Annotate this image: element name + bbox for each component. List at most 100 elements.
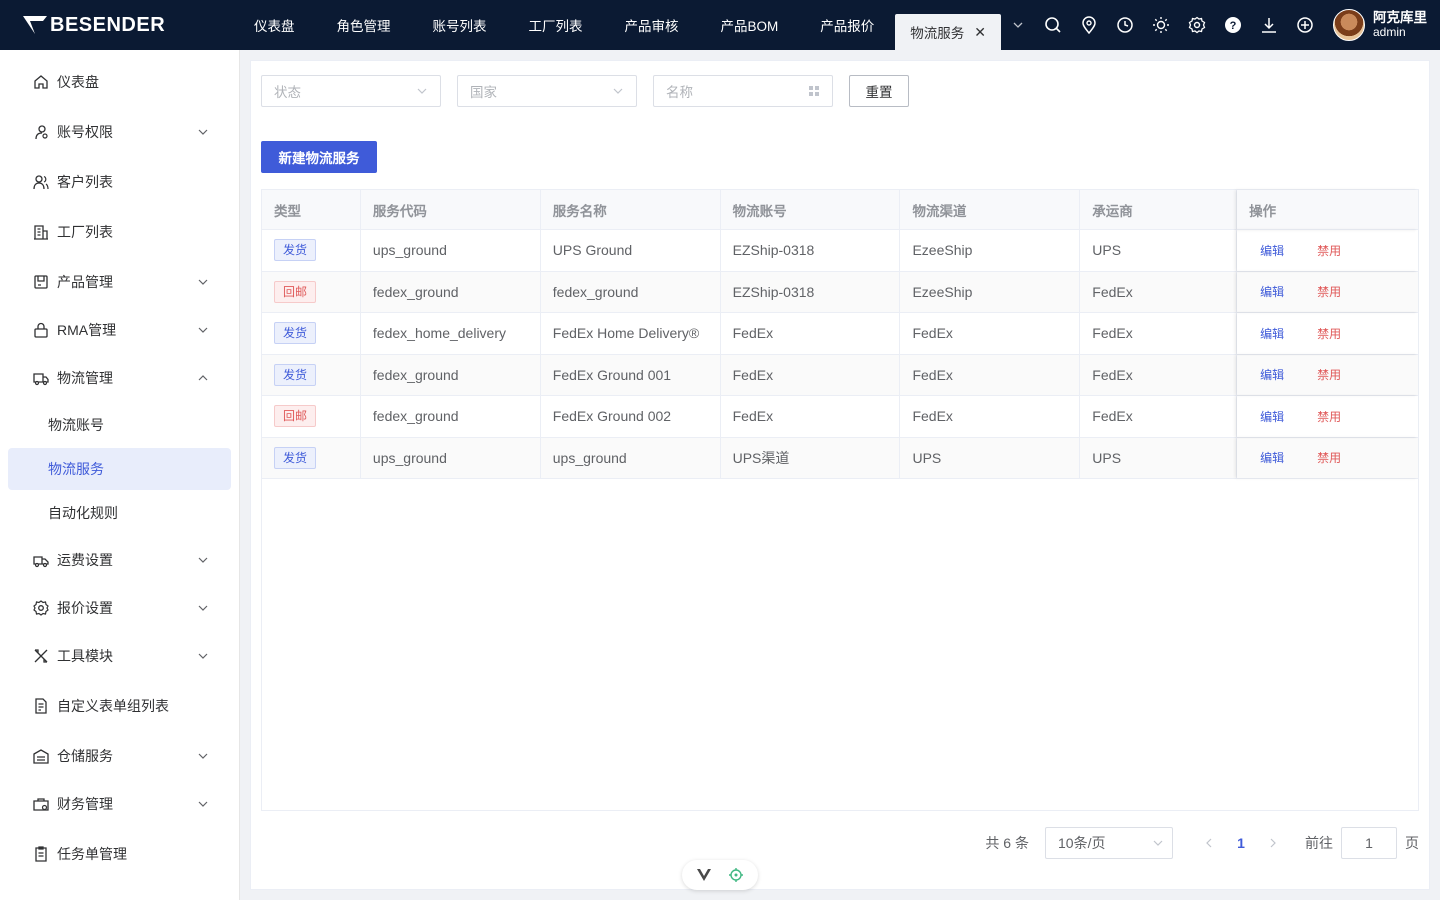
nav-item-product-review[interactable]: 产品审核: [604, 0, 700, 50]
cell-actions: 编辑 禁用: [1237, 355, 1418, 396]
disable-link[interactable]: 禁用: [1317, 325, 1341, 342]
sidebar-sub-automation-rules[interactable]: 自动化规则: [8, 492, 231, 534]
sidebar-item-tasks[interactable]: 任务单管理: [0, 830, 240, 878]
users-icon: [32, 173, 50, 191]
sidebar-item-label: 仓储服务: [57, 748, 113, 764]
status-select[interactable]: 状态: [261, 75, 441, 107]
chevron-down-icon: [417, 88, 427, 94]
create-logistics-service-button[interactable]: 新建物流服务: [261, 141, 377, 173]
sun-icon[interactable]: [1143, 0, 1179, 50]
home-icon: [32, 73, 50, 91]
sidebar-sub-logistics-accounts[interactable]: 物流账号: [8, 404, 231, 446]
reset-button[interactable]: 重置: [849, 75, 909, 107]
sidebar-sub-logistics-services[interactable]: 物流服务: [8, 448, 231, 490]
edit-link[interactable]: 编辑: [1260, 366, 1284, 383]
sidebar-item-dashboard[interactable]: 仪表盘: [0, 58, 240, 106]
header-service-name[interactable]: 服务名称: [541, 190, 721, 230]
type-tag: 发货: [274, 322, 317, 345]
chevron-down-icon[interactable]: [196, 797, 210, 811]
sidebar-item-products[interactable]: 产品管理: [0, 258, 240, 306]
vue-logo-icon[interactable]: [696, 869, 711, 881]
header-logistics-channel[interactable]: 物流渠道: [900, 190, 1081, 230]
close-icon[interactable]: ✕: [974, 24, 986, 41]
nav-item-dashboard[interactable]: 仪表盘: [240, 0, 316, 50]
avatar[interactable]: [1333, 9, 1365, 41]
table-row: 回邮 fedex_ground fedex_ground EZShip-0318 Eze…: [262, 271, 1418, 313]
chevron-down-icon[interactable]: [196, 323, 210, 337]
brand-logo[interactable]: BESENDER: [0, 0, 240, 50]
page-number[interactable]: 1: [1225, 827, 1257, 859]
nav-item-accounts[interactable]: 账号列表: [412, 0, 508, 50]
chevron-down-icon: [613, 88, 623, 94]
help-icon[interactable]: ?: [1215, 0, 1251, 50]
country-select[interactable]: 国家: [457, 75, 637, 107]
edit-link[interactable]: 编辑: [1260, 408, 1284, 425]
goto-page-input[interactable]: 1: [1341, 827, 1397, 859]
edit-link[interactable]: 编辑: [1260, 283, 1284, 300]
disable-link[interactable]: 禁用: [1317, 366, 1341, 383]
edit-link[interactable]: 编辑: [1260, 242, 1284, 259]
user-menu[interactable]: 阿克库里 admin: [1333, 9, 1427, 41]
header-type[interactable]: 类型: [262, 190, 361, 230]
sidebar-item-custom-forms[interactable]: 自定义表单组列表: [0, 682, 240, 730]
gear-icon[interactable]: [1179, 0, 1215, 50]
chevron-down-icon[interactable]: [196, 125, 210, 139]
nav-item-product-bom[interactable]: 产品BOM: [700, 0, 800, 50]
sidebar-item-label: 报价设置: [57, 600, 113, 616]
top-nav: 仪表盘 角色管理 账号列表 工厂列表 产品审核 产品BOM 产品报价 物流服务 …: [240, 0, 1001, 50]
page-size-select[interactable]: 10条/页: [1045, 827, 1173, 859]
sidebar-item-tools[interactable]: 工具模块: [0, 632, 240, 680]
svg-text:?: ?: [1230, 20, 1237, 32]
sidebar-item-label: 工具模块: [57, 648, 113, 664]
header-logistics-account[interactable]: 物流账号: [721, 190, 901, 230]
disable-link[interactable]: 禁用: [1317, 408, 1341, 425]
disable-link[interactable]: 禁用: [1317, 283, 1341, 300]
nav-item-roles[interactable]: 角色管理: [316, 0, 412, 50]
sidebar: 仪表盘 账号权限 客户列表 工厂列表 产品管理 RMA管理 物流管理 物流账号 …: [0, 50, 240, 900]
clock-icon[interactable]: [1107, 0, 1143, 50]
chevron-down-icon[interactable]: [196, 553, 210, 567]
sidebar-item-customers[interactable]: 客户列表: [0, 158, 240, 206]
nav-item-factories[interactable]: 工厂列表: [508, 0, 604, 50]
chevron-down-icon[interactable]: [1001, 0, 1035, 50]
nav-item-product-quote[interactable]: 产品报价: [799, 0, 895, 50]
search-icon[interactable]: [1035, 0, 1071, 50]
edit-link[interactable]: 编辑: [1260, 325, 1284, 342]
next-page-icon[interactable]: [1257, 827, 1289, 859]
cell-carrier: FedEx: [1080, 354, 1238, 395]
tab-logistics-service[interactable]: 物流服务 ✕: [895, 14, 1001, 50]
prev-page-icon[interactable]: [1193, 827, 1225, 859]
cell-actions: 编辑 禁用: [1237, 230, 1418, 271]
type-tag: 回邮: [274, 405, 317, 428]
page-size-value: 10条/页: [1058, 835, 1106, 851]
sidebar-item-factories[interactable]: 工厂列表: [0, 208, 240, 256]
chevron-down-icon[interactable]: [196, 649, 210, 663]
sidebar-item-freight[interactable]: 运费设置: [0, 536, 240, 584]
chevron-down-icon[interactable]: [196, 601, 210, 615]
sidebar-item-account-permissions[interactable]: 账号权限: [0, 108, 240, 156]
cell-service-code: fedex_home_delivery: [361, 313, 541, 354]
location-icon[interactable]: [1071, 0, 1107, 50]
sidebar-item-logistics[interactable]: 物流管理: [0, 354, 240, 402]
pagination: 共 6 条 10条/页 1 前往 1 页: [985, 827, 1429, 859]
name-input[interactable]: 名称: [653, 75, 833, 107]
chevron-down-icon[interactable]: [196, 749, 210, 763]
header-service-code[interactable]: 服务代码: [361, 190, 541, 230]
sidebar-item-rma[interactable]: RMA管理: [0, 306, 240, 354]
page-suffix: 页: [1405, 835, 1419, 851]
sidebar-item-finance[interactable]: 财务管理: [0, 780, 240, 828]
edit-link[interactable]: 编辑: [1260, 449, 1284, 466]
chevron-down-icon[interactable]: [196, 275, 210, 289]
download-icon[interactable]: [1251, 0, 1287, 50]
sidebar-item-warehouse[interactable]: 仓储服务: [0, 732, 240, 780]
disable-link[interactable]: 禁用: [1317, 242, 1341, 259]
disable-link[interactable]: 禁用: [1317, 449, 1341, 466]
chevron-up-icon[interactable]: [196, 371, 210, 385]
plus-circle-icon[interactable]: [1287, 0, 1323, 50]
user-name: 阿克库里: [1373, 10, 1427, 25]
sidebar-item-label: 账号权限: [57, 124, 113, 140]
header-carrier[interactable]: 承运商: [1080, 190, 1238, 230]
sidebar-item-quote-settings[interactable]: 报价设置: [0, 584, 240, 632]
target-icon[interactable]: [728, 867, 744, 883]
sidebar-item-label: 自定义表单组列表: [57, 698, 169, 714]
